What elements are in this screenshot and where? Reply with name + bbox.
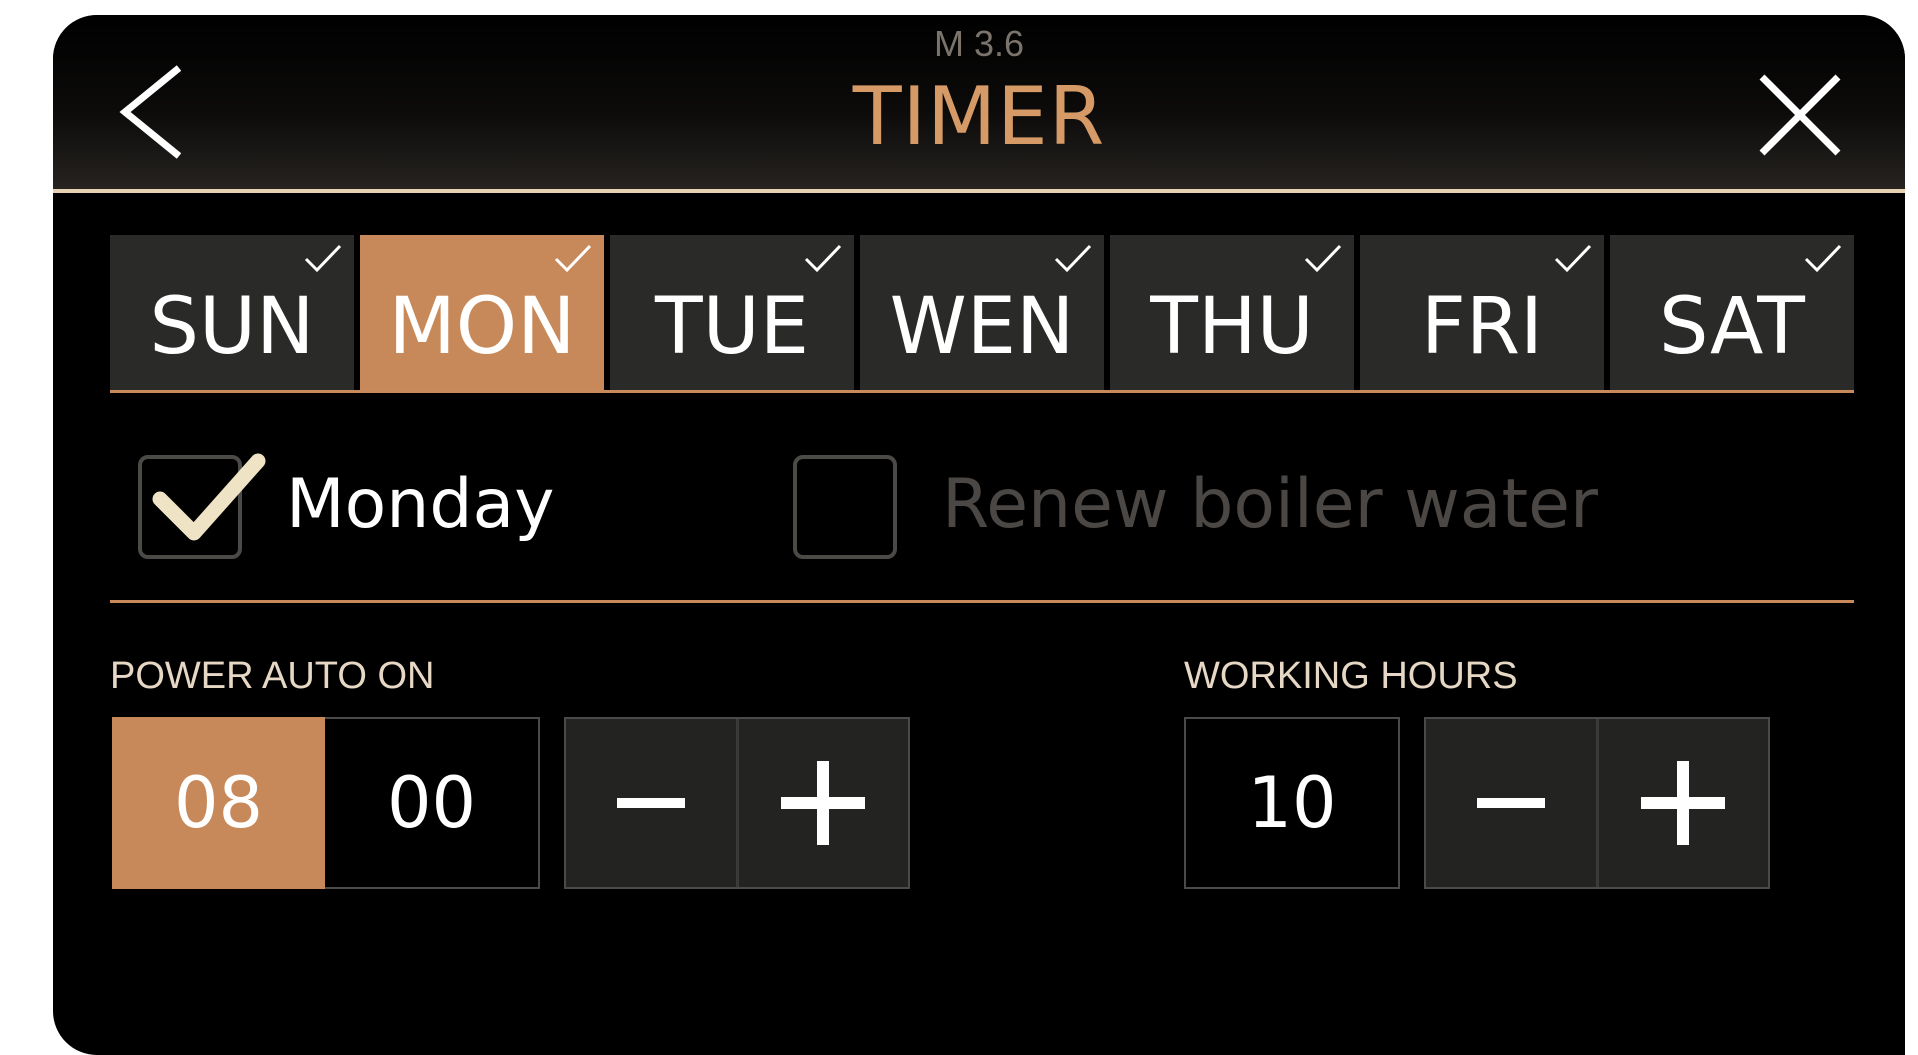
check-icon xyxy=(1804,244,1842,273)
version-label: M 3.6 xyxy=(933,23,1025,64)
working-hours-field[interactable]: 10 xyxy=(1184,717,1400,889)
power-on-hour-field[interactable]: 08 xyxy=(112,717,325,889)
day-tab-label: FRI xyxy=(1420,281,1544,372)
check-icon xyxy=(304,244,342,273)
minus-icon xyxy=(616,798,685,808)
renew-boiler-water-label: Renew boiler water xyxy=(942,465,1598,544)
day-tab-thu[interactable]: THU xyxy=(1110,235,1354,390)
day-tab-fri[interactable]: FRI xyxy=(1360,235,1604,390)
header-bar: M 3.6 TIMER xyxy=(53,15,1905,193)
day-enabled-label: Monday xyxy=(286,465,555,544)
close-icon xyxy=(1759,74,1841,156)
day-tab-label: SUN xyxy=(149,281,315,372)
checkmark-icon xyxy=(152,453,266,541)
working-hours-decrement-button[interactable] xyxy=(1426,719,1596,887)
plus-icon xyxy=(1641,761,1726,845)
day-tab-label: THU xyxy=(1150,281,1314,372)
day-tab-sun[interactable]: SUN xyxy=(110,235,354,390)
power-on-increment-button[interactable] xyxy=(735,719,908,887)
working-hours-stepper xyxy=(1424,717,1770,889)
minus-icon xyxy=(1476,798,1545,808)
renew-boiler-water-checkbox[interactable] xyxy=(793,455,897,559)
day-tab-wen[interactable]: WEN xyxy=(860,235,1104,390)
day-tab-mon[interactable]: MON xyxy=(360,235,604,390)
power-auto-on-label: POWER AUTO ON xyxy=(110,655,435,697)
power-on-stepper xyxy=(564,717,910,889)
plus-icon xyxy=(781,761,866,845)
day-tab-sat[interactable]: SAT xyxy=(1610,235,1854,390)
power-on-decrement-button[interactable] xyxy=(566,719,736,887)
chevron-left-icon xyxy=(119,65,182,159)
close-button[interactable] xyxy=(1750,65,1850,165)
power-on-minute-field[interactable]: 00 xyxy=(325,717,540,889)
day-tab-label: SAT xyxy=(1659,281,1805,372)
timer-panel: M 3.6 TIMER SUN MON TUE WEN THU FRI SAT … xyxy=(53,15,1905,1055)
page-title: TIMER xyxy=(852,70,1106,163)
check-icon xyxy=(554,244,592,273)
day-enabled-checkbox[interactable] xyxy=(138,453,266,559)
day-tab-label: MON xyxy=(388,281,576,372)
day-tab-tue[interactable]: TUE xyxy=(610,235,854,390)
check-icon xyxy=(804,244,842,273)
working-hours-increment-button[interactable] xyxy=(1595,719,1768,887)
day-tab-label: TUE xyxy=(654,281,810,372)
back-button[interactable] xyxy=(103,60,193,170)
check-icon xyxy=(1554,244,1592,273)
day-tab-label: WEN xyxy=(889,281,1075,372)
section-divider xyxy=(110,600,1854,603)
options-row: Monday Renew boiler water xyxy=(138,435,1838,565)
check-icon xyxy=(1304,244,1342,273)
working-hours-label: WORKING HOURS xyxy=(1184,655,1518,697)
day-tabs: SUN MON TUE WEN THU FRI SAT xyxy=(110,235,1854,393)
check-icon xyxy=(1054,244,1092,273)
